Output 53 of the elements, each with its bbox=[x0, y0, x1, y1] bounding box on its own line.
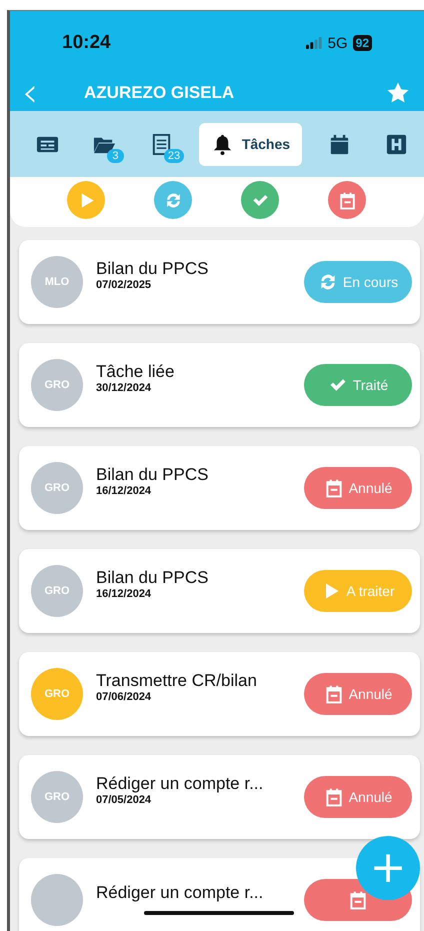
status-button[interactable]: Traité bbox=[304, 364, 412, 406]
task-card[interactable]: GRO Bilan du PPCS 16/12/2024 Annulé bbox=[19, 446, 420, 530]
count-badge: 3 bbox=[106, 148, 124, 162]
task-date: 16/12/2024 bbox=[96, 588, 152, 600]
task-title: Rédiger un compte r... bbox=[96, 774, 264, 794]
avatar: GRO bbox=[31, 359, 83, 411]
task-title: Tâche liée bbox=[96, 362, 176, 382]
avatar: GRO bbox=[31, 668, 83, 720]
task-title: Rédiger un compte r... bbox=[96, 883, 264, 903]
calendar-icon bbox=[324, 478, 344, 498]
task-card[interactable]: GRO Tâche liée 30/12/2024 Traité bbox=[19, 343, 420, 427]
task-date: 16/12/2024 bbox=[96, 485, 152, 497]
header-title: AZUREZO GISELA bbox=[84, 83, 236, 103]
task-card[interactable]: GRO Transmettre CR/bilan 07/06/2024 Annulé bbox=[19, 652, 420, 736]
task-date: 07/02/2025 bbox=[96, 279, 152, 291]
task-date: 07/05/2024 bbox=[96, 794, 152, 806]
avatar: GRO bbox=[31, 565, 83, 617]
task-title: Transmettre CR/bilan bbox=[96, 671, 258, 691]
tab[interactable]: 3 bbox=[84, 126, 124, 162]
task-title: Bilan du PPCS bbox=[96, 465, 210, 485]
status-button[interactable]: Annulé bbox=[304, 467, 412, 509]
avatar: GRO bbox=[31, 462, 83, 514]
avatar: GRO bbox=[31, 771, 83, 823]
task-card[interactable]: MLO Bilan du PPCS 07/02/2025 En cours bbox=[19, 240, 420, 324]
status-button[interactable]: En cours bbox=[304, 261, 412, 303]
avatar: MLO bbox=[31, 256, 83, 308]
filter-button[interactable] bbox=[241, 181, 279, 219]
calendar-icon bbox=[348, 890, 368, 910]
status-button[interactable]: Annulé bbox=[304, 673, 412, 715]
task-date: 07/06/2024 bbox=[96, 691, 152, 703]
task-card[interactable]: GRO Rédiger un compte r... 07/05/2024 Annulé bbox=[19, 755, 420, 839]
status-time: 10:24 bbox=[62, 32, 111, 54]
battery-icon: 92 bbox=[352, 35, 372, 51]
tab[interactable]: Tâches bbox=[198, 122, 302, 166]
task-title: Bilan du PPCS bbox=[96, 568, 210, 588]
calendar-icon bbox=[328, 132, 351, 156]
filter-button[interactable] bbox=[67, 181, 105, 219]
filter-button[interactable] bbox=[154, 181, 192, 219]
signal-icon bbox=[306, 37, 323, 49]
calendar-icon bbox=[324, 787, 344, 807]
calendar-icon bbox=[324, 684, 344, 704]
filter-button[interactable] bbox=[328, 181, 366, 219]
status-button[interactable]: A traiter bbox=[304, 570, 412, 612]
network-label: 5G bbox=[328, 34, 348, 52]
calendar-icon bbox=[338, 190, 356, 210]
count-badge: 23 bbox=[164, 148, 184, 162]
task-card[interactable]: GRO Bilan du PPCS 16/12/2024 A traiter bbox=[19, 549, 420, 633]
hospital-icon bbox=[384, 132, 408, 156]
status-button[interactable]: Annulé bbox=[304, 776, 412, 818]
task-title: Bilan du PPCS bbox=[96, 259, 210, 279]
task-date: 30/12/2024 bbox=[96, 382, 152, 394]
back-button[interactable]: ‹ bbox=[16, 78, 44, 108]
star-icon[interactable] bbox=[386, 81, 410, 105]
